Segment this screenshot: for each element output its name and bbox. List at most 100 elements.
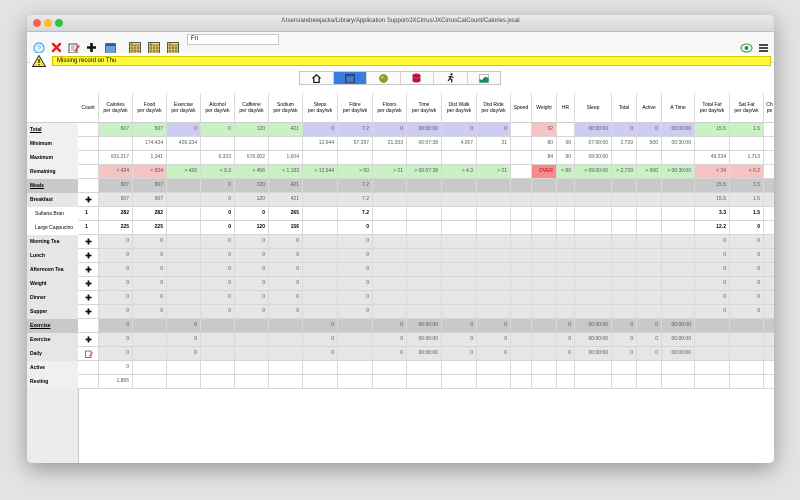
add-entry-icon[interactable] xyxy=(85,308,92,315)
table-cell[interactable]: 282 xyxy=(133,207,167,220)
table-cell[interactable] xyxy=(373,305,407,318)
table-cell[interactable]: 0 xyxy=(235,235,269,248)
table-cell[interactable] xyxy=(407,151,442,164)
table-cell[interactable] xyxy=(477,277,511,290)
column-header[interactable]: Dist Walk per day/wk xyxy=(442,93,477,123)
table-cell[interactable] xyxy=(730,137,764,150)
table-cell[interactable] xyxy=(557,249,575,262)
table-cell[interactable] xyxy=(303,263,338,276)
table-cell[interactable]: 0 xyxy=(235,277,269,290)
table-cell[interactable] xyxy=(557,193,575,206)
table-cell[interactable] xyxy=(201,347,235,360)
table-cell[interactable]: 00:00:00 xyxy=(662,347,695,360)
table-cell[interactable] xyxy=(373,263,407,276)
table-cell[interactable]: < 0.2 xyxy=(730,165,764,178)
table-cell[interactable] xyxy=(167,277,201,290)
table-cell[interactable] xyxy=(373,179,407,192)
table-cell[interactable] xyxy=(532,305,557,318)
table-cell[interactable]: 0 xyxy=(730,305,764,318)
table-cell[interactable] xyxy=(407,291,442,304)
table-cell[interactable]: 90 xyxy=(557,151,575,164)
table-cell[interactable] xyxy=(303,375,338,388)
table-cell[interactable] xyxy=(511,319,532,332)
table-cell[interactable] xyxy=(557,305,575,318)
table-cell[interactable]: 0 xyxy=(373,319,407,332)
column-header[interactable]: Sodium per day/wk xyxy=(269,93,303,123)
table-cell[interactable]: 00:30:00 xyxy=(662,137,695,150)
table-cell[interactable] xyxy=(730,319,764,332)
table-cell[interactable] xyxy=(557,235,575,248)
table-cell[interactable] xyxy=(764,221,774,234)
table-cell[interactable] xyxy=(730,361,764,374)
table-cell[interactable] xyxy=(338,361,373,374)
table-cell[interactable] xyxy=(269,361,303,374)
table-cell[interactable] xyxy=(557,291,575,304)
table-cell[interactable]: 0 xyxy=(201,207,235,220)
table-cell[interactable] xyxy=(407,193,442,206)
table-cell[interactable]: 0 xyxy=(99,347,133,360)
tab-food[interactable] xyxy=(367,72,401,84)
column-header[interactable]: Time per day/wk xyxy=(407,93,442,123)
table-cell[interactable] xyxy=(167,235,201,248)
table-cell[interactable] xyxy=(511,137,532,150)
table-cell[interactable] xyxy=(511,151,532,164)
table-cell[interactable] xyxy=(612,263,637,276)
column-header[interactable]: Sleep xyxy=(575,93,612,123)
add-entry-icon[interactable] xyxy=(85,238,92,245)
table-cell[interactable]: < 34 xyxy=(695,165,730,178)
table-cell[interactable]: 1.5 xyxy=(730,179,764,192)
table-cell[interactable]: 0 xyxy=(201,249,235,262)
table-cell[interactable]: 0 xyxy=(557,319,575,332)
table-cell[interactable] xyxy=(167,207,201,220)
table-cell[interactable]: 421 xyxy=(269,179,303,192)
table-cell[interactable]: < 80 xyxy=(557,165,575,178)
table-cell[interactable]: < 424 xyxy=(99,165,133,178)
table-cell[interactable]: 0 xyxy=(442,123,477,136)
table-cell[interactable]: 0 xyxy=(730,249,764,262)
add-entry-icon[interactable] xyxy=(85,280,92,287)
table-cell[interactable] xyxy=(167,221,201,234)
table-cell[interactable]: 00:00:00 xyxy=(407,347,442,360)
table-cell[interactable] xyxy=(764,347,774,360)
table-cell[interactable]: 0 xyxy=(695,235,730,248)
column-header[interactable]: HR xyxy=(557,93,575,123)
table-cell[interactable] xyxy=(269,319,303,332)
table-cell[interactable]: 0 xyxy=(338,305,373,318)
table-cell[interactable]: 0 xyxy=(373,347,407,360)
table-cell[interactable] xyxy=(662,291,695,304)
table-cell[interactable] xyxy=(764,291,774,304)
table-cell[interactable]: 0 xyxy=(269,305,303,318)
table-cell[interactable]: 421 xyxy=(269,193,303,206)
add-entry-icon[interactable] xyxy=(85,196,92,203)
table-cell[interactable] xyxy=(235,333,269,346)
table-cell[interactable] xyxy=(303,221,338,234)
table-cell[interactable] xyxy=(511,347,532,360)
table-cell[interactable] xyxy=(532,221,557,234)
table-cell[interactable] xyxy=(407,221,442,234)
table-cell[interactable]: 0 xyxy=(235,305,269,318)
table-cell[interactable] xyxy=(612,179,637,192)
table-cell[interactable] xyxy=(133,347,167,360)
table-cell[interactable] xyxy=(303,235,338,248)
table-cell[interactable] xyxy=(764,165,774,178)
table-cell[interactable]: 84 xyxy=(532,151,557,164)
table-cell[interactable]: 0 xyxy=(167,347,201,360)
table-cell[interactable]: > 12,644 xyxy=(303,165,338,178)
table-cell[interactable]: 21 xyxy=(477,137,511,150)
table-cell[interactable] xyxy=(269,375,303,388)
table-cell[interactable] xyxy=(637,375,662,388)
table-cell[interactable] xyxy=(511,277,532,290)
table-cell[interactable]: 15.5 xyxy=(695,179,730,192)
column-header[interactable]: Steps per day/wk xyxy=(303,93,338,123)
table-cell[interactable]: 0 xyxy=(373,333,407,346)
table-cell[interactable] xyxy=(612,375,637,388)
table-cell[interactable] xyxy=(637,249,662,262)
table-cell[interactable] xyxy=(338,375,373,388)
table-cell[interactable]: > 50 xyxy=(338,165,373,178)
column-header[interactable]: Total xyxy=(612,93,637,123)
table-cell[interactable]: 0 xyxy=(201,221,235,234)
table-cell[interactable] xyxy=(201,319,235,332)
table-cell[interactable] xyxy=(557,361,575,374)
table-cell[interactable]: 0 xyxy=(695,305,730,318)
table-cell[interactable] xyxy=(373,277,407,290)
